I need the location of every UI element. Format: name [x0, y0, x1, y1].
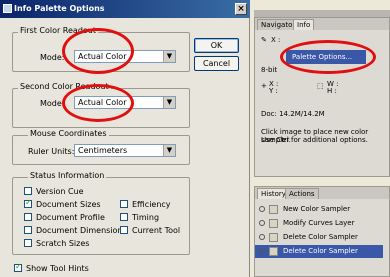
checkbox-box-checked[interactable] — [14, 262, 22, 272]
history-item-label: Modify Curves Layer — [283, 219, 355, 227]
selection-icon: ⬚ — [317, 82, 324, 90]
dialog-title-bar[interactable]: Info Palette Options × — [0, 0, 250, 18]
timing-label: Timing — [132, 213, 160, 222]
ruler-units-value: Centimeters — [78, 146, 128, 155]
document-dimensions-label: Document Dimensions — [36, 226, 127, 235]
ok-button[interactable]: OK — [194, 38, 239, 53]
checkbox-box[interactable] — [24, 239, 32, 247]
checkbox-box[interactable] — [24, 226, 32, 234]
efficiency-checkbox[interactable]: Efficiency — [120, 200, 171, 209]
history-brush-icon[interactable] — [259, 206, 265, 212]
first-mode-label: Mode: — [40, 53, 65, 62]
history-item[interactable]: New Color Sampler — [255, 203, 383, 216]
hint-text-line-2: Use Ctrl for additional options. — [261, 136, 368, 144]
checkbox-box[interactable] — [24, 187, 32, 195]
document-dimensions-checkbox[interactable]: Document Dimensions — [24, 226, 127, 235]
mouse-coordinates-label: Mouse Coordinates — [28, 129, 109, 138]
status-information-label: Status Information — [28, 171, 107, 180]
history-item-label: New Color Sampler — [283, 205, 351, 213]
close-button[interactable]: × — [235, 3, 247, 15]
show-tool-hints-checkbox[interactable]: Show Tool Hints — [14, 262, 89, 273]
history-state-icon — [269, 219, 278, 228]
version-cue-label: Version Cue — [36, 187, 84, 196]
history-state-icon — [269, 247, 278, 256]
chevron-down-icon[interactable]: ▼ — [163, 97, 175, 108]
history-item-label: Delete Color Sampler — [283, 233, 358, 241]
tab-actions[interactable]: Actions — [285, 188, 319, 199]
history-panel-tabs: History Actions — [255, 187, 389, 199]
cancel-button[interactable]: Cancel — [194, 56, 239, 71]
history-state-icon — [269, 233, 278, 242]
photoshop-app-icon — [3, 4, 12, 13]
annotation-oval-palette-options — [280, 40, 376, 74]
history-item-label: Delete Color Sampler — [283, 247, 358, 255]
efficiency-label: Efficiency — [132, 200, 171, 209]
show-tool-hints-label: Show Tool Hints — [26, 264, 89, 273]
checkbox-box-checked[interactable] — [24, 198, 32, 208]
crosshair-icon: + — [261, 82, 267, 90]
current-tool-label: Current Tool — [132, 226, 181, 235]
version-cue-checkbox[interactable]: Version Cue — [24, 187, 84, 196]
x-label: X : — [271, 36, 281, 44]
ruler-units-select[interactable]: Centimeters ▼ — [74, 144, 176, 157]
history-state-icon — [269, 205, 278, 214]
history-brush-icon[interactable] — [259, 234, 265, 240]
checkbox-box[interactable] — [120, 200, 128, 208]
annotation-oval-first-readout — [62, 28, 134, 74]
dialog-title: Info Palette Options — [14, 4, 105, 13]
bit-depth-label: 8-bit — [261, 66, 278, 74]
checkbox-box[interactable] — [120, 213, 128, 221]
document-sizes-label: Document Sizes — [36, 200, 101, 209]
second-mode-label: Mode: — [40, 99, 65, 108]
scratch-sizes-label: Scratch Sizes — [36, 239, 90, 248]
history-brush-icon[interactable] — [259, 220, 265, 226]
annotation-oval-second-readout — [62, 84, 134, 122]
y-coord-label: Y : — [269, 87, 278, 95]
checkbox-box[interactable] — [24, 213, 32, 221]
history-item[interactable]: Delete Color Sampler — [255, 231, 383, 244]
checkbox-box[interactable] — [120, 226, 128, 234]
scratch-sizes-checkbox[interactable]: Scratch Sizes — [24, 239, 89, 248]
history-panel: History Actions New Color Sampler Modify… — [254, 186, 390, 277]
eyedropper-icon: ✎ — [261, 36, 267, 44]
current-tool-checkbox[interactable]: Current Tool — [120, 226, 180, 235]
ruler-units-label: Ruler Units: — [28, 147, 75, 156]
history-item-selected[interactable]: Delete Color Sampler — [255, 245, 383, 258]
history-brush-icon[interactable] — [259, 248, 265, 254]
timing-checkbox[interactable]: Timing — [120, 213, 159, 222]
document-profile-label: Document Profile — [36, 213, 105, 222]
tab-info[interactable]: Info — [293, 19, 315, 30]
h-label: H : — [327, 87, 337, 95]
document-sizes-checkbox[interactable]: Document Sizes — [24, 198, 101, 209]
chevron-down-icon[interactable]: ▼ — [163, 145, 175, 156]
doc-status: Doc: 14.2M/14.2M — [261, 110, 325, 118]
history-item[interactable]: Modify Curves Layer — [255, 217, 383, 230]
chevron-down-icon[interactable]: ▼ — [163, 51, 175, 62]
info-panel-tabs: Navigator Info — [255, 18, 389, 30]
document-profile-checkbox[interactable]: Document Profile — [24, 213, 105, 222]
